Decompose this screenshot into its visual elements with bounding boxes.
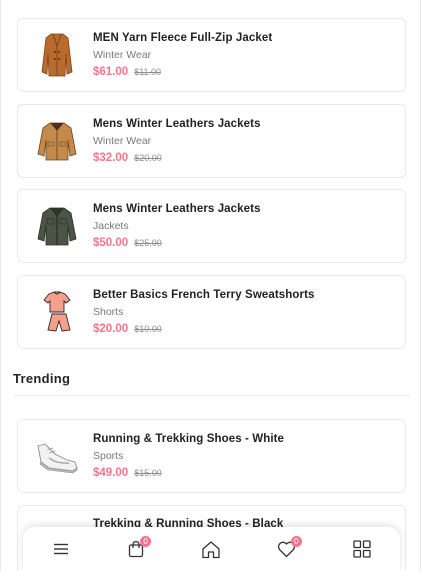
white-shoe-image [32, 431, 82, 481]
bottom-nav: 0 0 [23, 527, 400, 571]
product-price: $20.00 [93, 323, 129, 335]
product-category: Sports [93, 450, 124, 462]
wishlist-button[interactable]: 0 [272, 534, 302, 564]
home-icon [202, 540, 221, 558]
product-category: Winter Wear [93, 49, 152, 61]
product-old-price: $11.00 [134, 67, 162, 77]
wishlist-badge: 0 [290, 536, 302, 547]
product-card[interactable]: MEN Yarn Fleece Full-Zip Jacket Winter W… [17, 18, 406, 92]
product-card[interactable]: Mens Winter Leathers Jackets Winter Wear… [17, 104, 406, 178]
product-title[interactable]: Mens Winter Leathers Jackets [93, 203, 261, 215]
product-old-price: $10.00 [134, 324, 162, 334]
product-card[interactable]: Better Basics French Terry Sweatshorts S… [17, 275, 406, 349]
product-title[interactable]: Mens Winter Leathers Jackets [93, 118, 261, 130]
product-price: $32.00 [93, 152, 129, 164]
product-price: $49.00 [93, 467, 129, 479]
section-divider [13, 395, 411, 396]
product-old-price: $20.00 [134, 153, 162, 163]
product-card[interactable]: Running & Trekking Shoes - White Sports … [17, 419, 406, 493]
product-price: $50.00 [93, 237, 129, 249]
product-category: Shorts [93, 306, 124, 318]
grid-icon [353, 540, 371, 558]
categories-button[interactable] [347, 534, 377, 564]
home-button[interactable] [196, 534, 226, 564]
pink-shorts-set-image [32, 287, 82, 337]
product-title[interactable]: Running & Trekking Shoes - White [93, 433, 284, 445]
cart-button[interactable]: 0 [121, 534, 152, 564]
product-price: $61.00 [93, 66, 129, 78]
menu-icon [53, 543, 68, 555]
product-old-price: $25.00 [134, 238, 162, 248]
product-category: Winter Wear [93, 135, 152, 147]
section-title-trending: Trending [13, 371, 71, 386]
menu-button[interactable] [46, 534, 76, 564]
product-old-price: $15.00 [134, 468, 162, 478]
tan-leather-jacket-image [32, 116, 82, 166]
product-title[interactable]: MEN Yarn Fleece Full-Zip Jacket [93, 32, 272, 44]
brown-coat-image [32, 30, 82, 80]
green-jacket-image [32, 201, 82, 251]
product-card[interactable]: Mens Winter Leathers Jackets Jackets $50… [17, 189, 406, 263]
product-title[interactable]: Better Basics French Terry Sweatshorts [93, 289, 315, 301]
cart-badge: 0 [140, 536, 152, 547]
product-category: Jackets [93, 220, 129, 232]
